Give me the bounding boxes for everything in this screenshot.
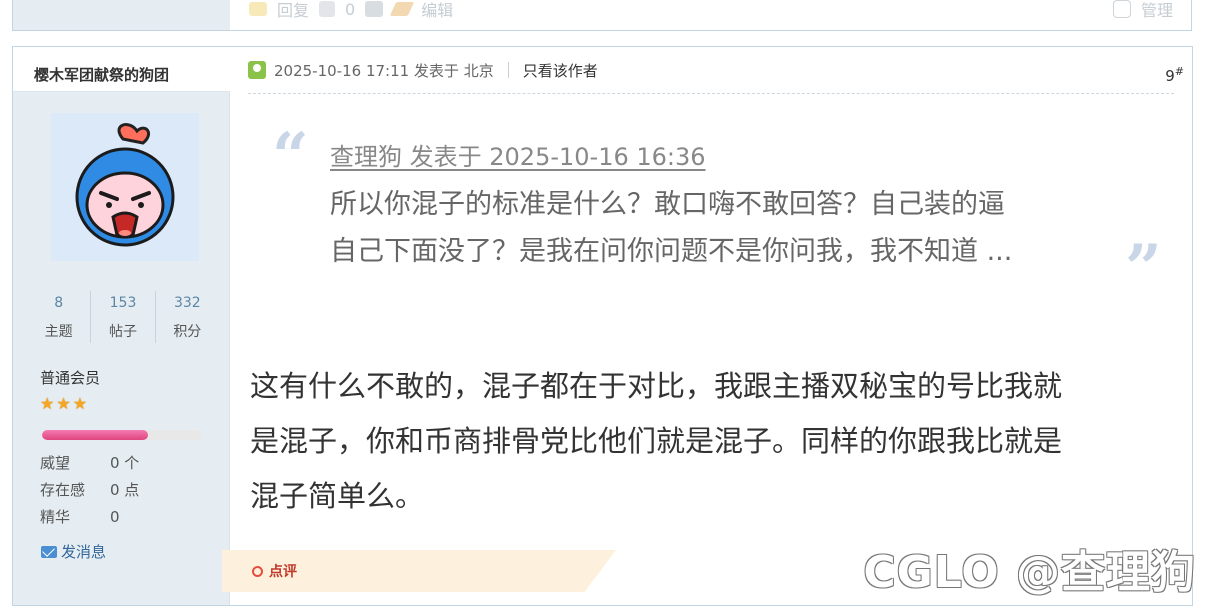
watermark: CGLO @查理狗 (863, 547, 1196, 598)
forum-post: 樱木军团献祭的狗团 8 主题 153 帖子 332 积分 普通会员 ★ ★ ★ … (12, 46, 1193, 606)
info-key: 存在感 (40, 481, 86, 499)
comment-ring-icon (252, 565, 263, 577)
online-status-icon (248, 61, 266, 79)
manage-control[interactable]: 管理 (1112, 0, 1173, 21)
previous-post-actions: 回复 0 编辑 (249, 0, 453, 20)
star-icon: ★ (56, 394, 71, 413)
angry-mascot-avatar-icon (51, 113, 199, 261)
author-info: 威望 0 个 存在感 0 点 精华 0 (40, 449, 139, 530)
post-body: 这有什么不敢的，混子都在于对比，我跟主播双秘宝的号比我就 是混子，你和币商排骨党… (250, 359, 1170, 524)
post-body-line: 混子简单么。 (250, 479, 425, 513)
mail-icon (41, 545, 57, 558)
stat-value[interactable]: 153 (91, 295, 154, 311)
close-quote-icon: ” (1125, 231, 1162, 306)
floor-number[interactable]: 9# (1165, 65, 1184, 85)
post-body-line: 是混子，你和币商排骨党比他们就是混子。同样的你跟我比就是 (250, 424, 1063, 458)
info-row-prestige: 威望 0 个 (40, 449, 139, 476)
edit-icon[interactable] (389, 2, 415, 16)
floor-value[interactable]: 9 (1165, 67, 1175, 85)
comment-label[interactable]: 点评 (269, 561, 297, 581)
open-quote-icon: “ (272, 119, 309, 194)
post-body-line: 这有什么不敢的，混子都在于对比，我跟主播双秘宝的号比我就 (250, 369, 1063, 403)
manage-checkbox[interactable] (1112, 0, 1131, 18)
post-content: 2025-10-16 17:11 发表于 北京 只看该作者 9# “ 查理狗 发… (222, 47, 1192, 605)
stat-value[interactable]: 8 (27, 295, 90, 311)
info-key: 威望 (40, 454, 71, 472)
info-value: 0 (110, 507, 120, 526)
quote-text: 所以你混子的标准是什么？敢口嗨不敢回答？自己装的逼 自己下面没了？是我在问你问题… (330, 181, 1130, 275)
edit-link[interactable]: 编辑 (421, 0, 453, 21)
floor-symbol: # (1174, 65, 1184, 78)
level-progress-fill (42, 430, 148, 440)
stat-label: 积分 (173, 324, 202, 340)
manage-label[interactable]: 管理 (1141, 0, 1173, 21)
divider (507, 62, 509, 78)
oppose-icon[interactable] (365, 1, 384, 17)
star-icon: ★ (72, 394, 88, 413)
stat-points[interactable]: 332 积分 (154, 291, 219, 343)
send-message-link[interactable]: 发消息 (41, 541, 106, 562)
previous-post-footer: 回复 0 编辑 管理 (12, 0, 1192, 31)
stat-posts[interactable]: 153 帖子 (90, 291, 154, 343)
stat-label: 主题 (44, 324, 73, 340)
stat-threads[interactable]: 8 主题 (27, 291, 90, 343)
send-message-label[interactable]: 发消息 (61, 541, 106, 562)
stat-label: 帖子 (108, 324, 137, 340)
level-progress-bar (42, 430, 202, 440)
rank-stars: ★ ★ ★ (40, 396, 87, 412)
info-row-presence: 存在感 0 点 (40, 476, 139, 503)
post-timestamp: 2025-10-16 17:11 发表于 北京 (274, 61, 494, 80)
info-row-digest: 精华 0 (40, 503, 139, 530)
comment-tab[interactable]: 点评 (222, 550, 616, 592)
previous-post-sidebar (13, 0, 230, 30)
support-count: 0 (345, 0, 356, 19)
info-value: 0 个 (110, 454, 140, 472)
support-icon[interactable] (319, 1, 336, 17)
info-value: 0 点 (110, 481, 140, 499)
quote-line: 所以你混子的标准是什么？敢口嗨不敢回答？自己装的逼 (330, 189, 1005, 220)
user-group[interactable]: 普通会员 (40, 367, 100, 388)
quote-source-link[interactable]: 查理狗 发表于 2025-10-16 16:36 (330, 137, 706, 172)
star-icon: ★ (40, 394, 55, 413)
post-header: 2025-10-16 17:11 发表于 北京 只看该作者 (248, 47, 1174, 94)
quote-line: 自己下面没了？是我在问你问题不是你问我，我不知道 ... (330, 236, 1013, 267)
reply-icon[interactable] (249, 2, 267, 16)
reply-link[interactable]: 回复 (277, 0, 309, 21)
info-key: 精华 (40, 508, 71, 526)
author-sidebar: 樱木军团献祭的狗团 8 主题 153 帖子 332 积分 普通会员 ★ ★ ★ … (13, 47, 230, 605)
avatar[interactable] (51, 113, 199, 261)
author-username[interactable]: 樱木军团献祭的狗团 (13, 47, 230, 92)
stat-value[interactable]: 332 (156, 295, 219, 311)
author-stats: 8 主题 153 帖子 332 积分 (27, 291, 219, 343)
view-author-only-link[interactable]: 只看该作者 (523, 60, 598, 81)
